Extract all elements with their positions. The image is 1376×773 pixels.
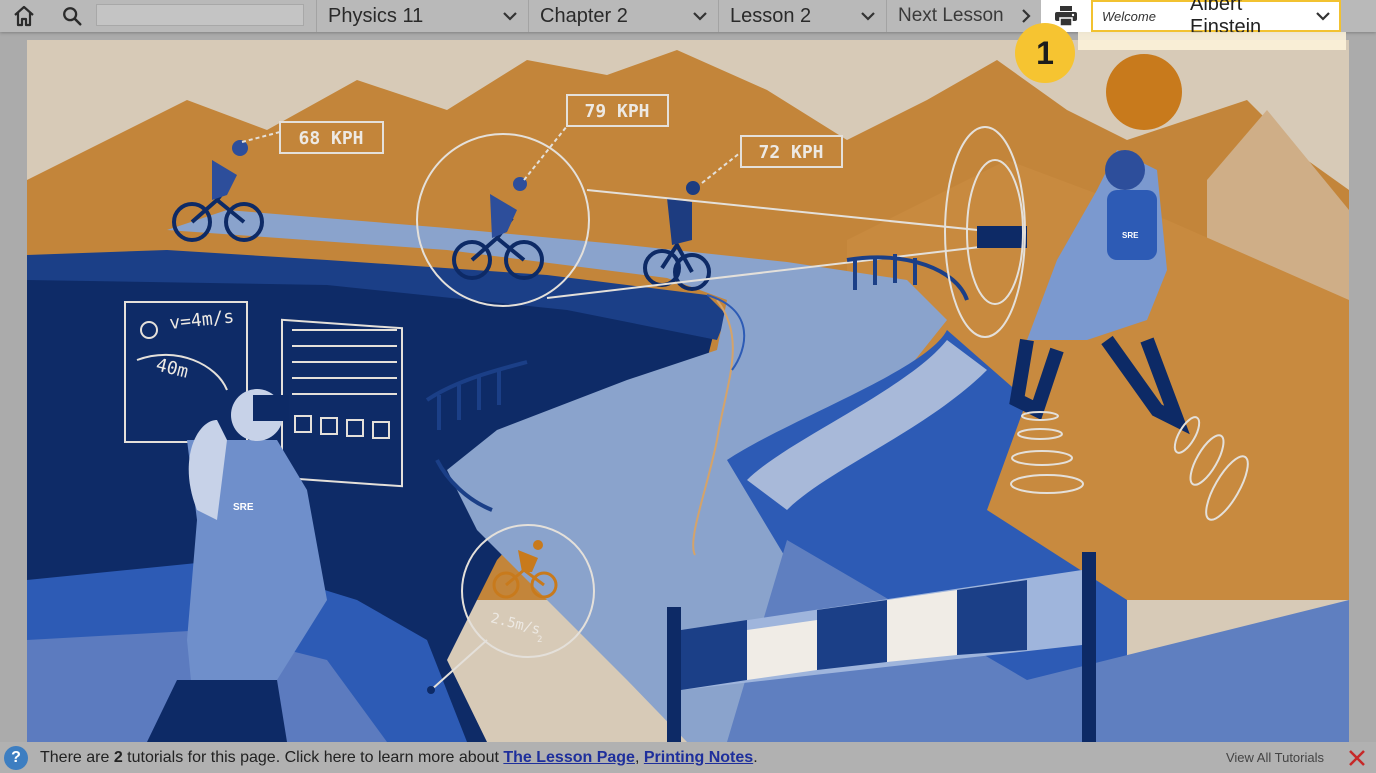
tutorial-count: 2 bbox=[113, 748, 123, 766]
close-button[interactable] bbox=[1346, 747, 1368, 769]
svg-text:SRE: SRE bbox=[1122, 231, 1139, 240]
view-all-tutorials-link[interactable]: View All Tutorials bbox=[1226, 750, 1324, 765]
tutorial-separator: , bbox=[634, 748, 644, 766]
lesson-select[interactable]: Lesson 2 bbox=[718, 0, 886, 32]
home-icon bbox=[14, 5, 34, 27]
next-lesson-button[interactable]: Next Lesson bbox=[886, 0, 1041, 32]
tutorial-middle: tutorials for this page. Click here to l… bbox=[122, 748, 504, 766]
print-icon bbox=[1055, 6, 1077, 27]
tutorial-message: There are 2 tutorials for this page. Cli… bbox=[40, 749, 758, 767]
acceleration-exponent: 2 bbox=[537, 635, 542, 645]
chapter-select[interactable]: Chapter 2 bbox=[528, 0, 718, 32]
tutorial-highlight bbox=[1078, 32, 1346, 50]
lesson-page-link[interactable]: The Lesson Page bbox=[503, 749, 635, 766]
tutorial-step-badge[interactable]: 1 bbox=[1015, 23, 1075, 83]
top-navigation-bar: Physics 11 Chapter 2 Lesson 2 Next Lesso… bbox=[0, 0, 1376, 38]
tutorial-bar[interactable]: ? There are 2 tutorials for this page. C… bbox=[0, 742, 1376, 773]
search-button[interactable] bbox=[48, 0, 96, 32]
course-select-label: Physics 11 bbox=[328, 4, 424, 27]
course-select[interactable]: Physics 11 bbox=[316, 0, 528, 32]
chapter-select-label: Chapter 2 bbox=[540, 4, 628, 27]
search-icon bbox=[63, 7, 82, 26]
svg-text:SRE: SRE bbox=[233, 502, 254, 513]
speed-label-1: 68 KPH bbox=[298, 128, 363, 149]
lesson-illustration: 68 KPH 79 KPH 72 KPH SRE v=4m/s 40m SRE … bbox=[27, 40, 1349, 742]
chevron-down-icon bbox=[693, 12, 707, 21]
chevron-down-icon bbox=[861, 12, 875, 21]
speed-label-3: 72 KPH bbox=[758, 142, 823, 163]
home-button[interactable] bbox=[0, 0, 48, 32]
printing-notes-link[interactable]: Printing Notes bbox=[644, 749, 753, 766]
lesson-select-label: Lesson 2 bbox=[730, 4, 812, 27]
next-lesson-label: Next Lesson bbox=[898, 5, 1004, 26]
tutorial-prefix: There are bbox=[40, 748, 114, 766]
tutorial-suffix: . bbox=[753, 748, 758, 766]
chevron-down-icon bbox=[1316, 12, 1330, 21]
help-icon[interactable]: ? bbox=[4, 745, 28, 770]
welcome-label: Welcome bbox=[1102, 8, 1156, 24]
sun bbox=[1106, 54, 1182, 130]
chevron-right-icon bbox=[1022, 9, 1031, 23]
close-icon bbox=[1349, 749, 1365, 766]
search-input[interactable] bbox=[96, 4, 304, 26]
user-menu[interactable]: Welcome Albert Einstein bbox=[1091, 0, 1341, 38]
chevron-down-icon bbox=[503, 12, 517, 21]
speed-label-2: 79 KPH bbox=[584, 101, 649, 122]
